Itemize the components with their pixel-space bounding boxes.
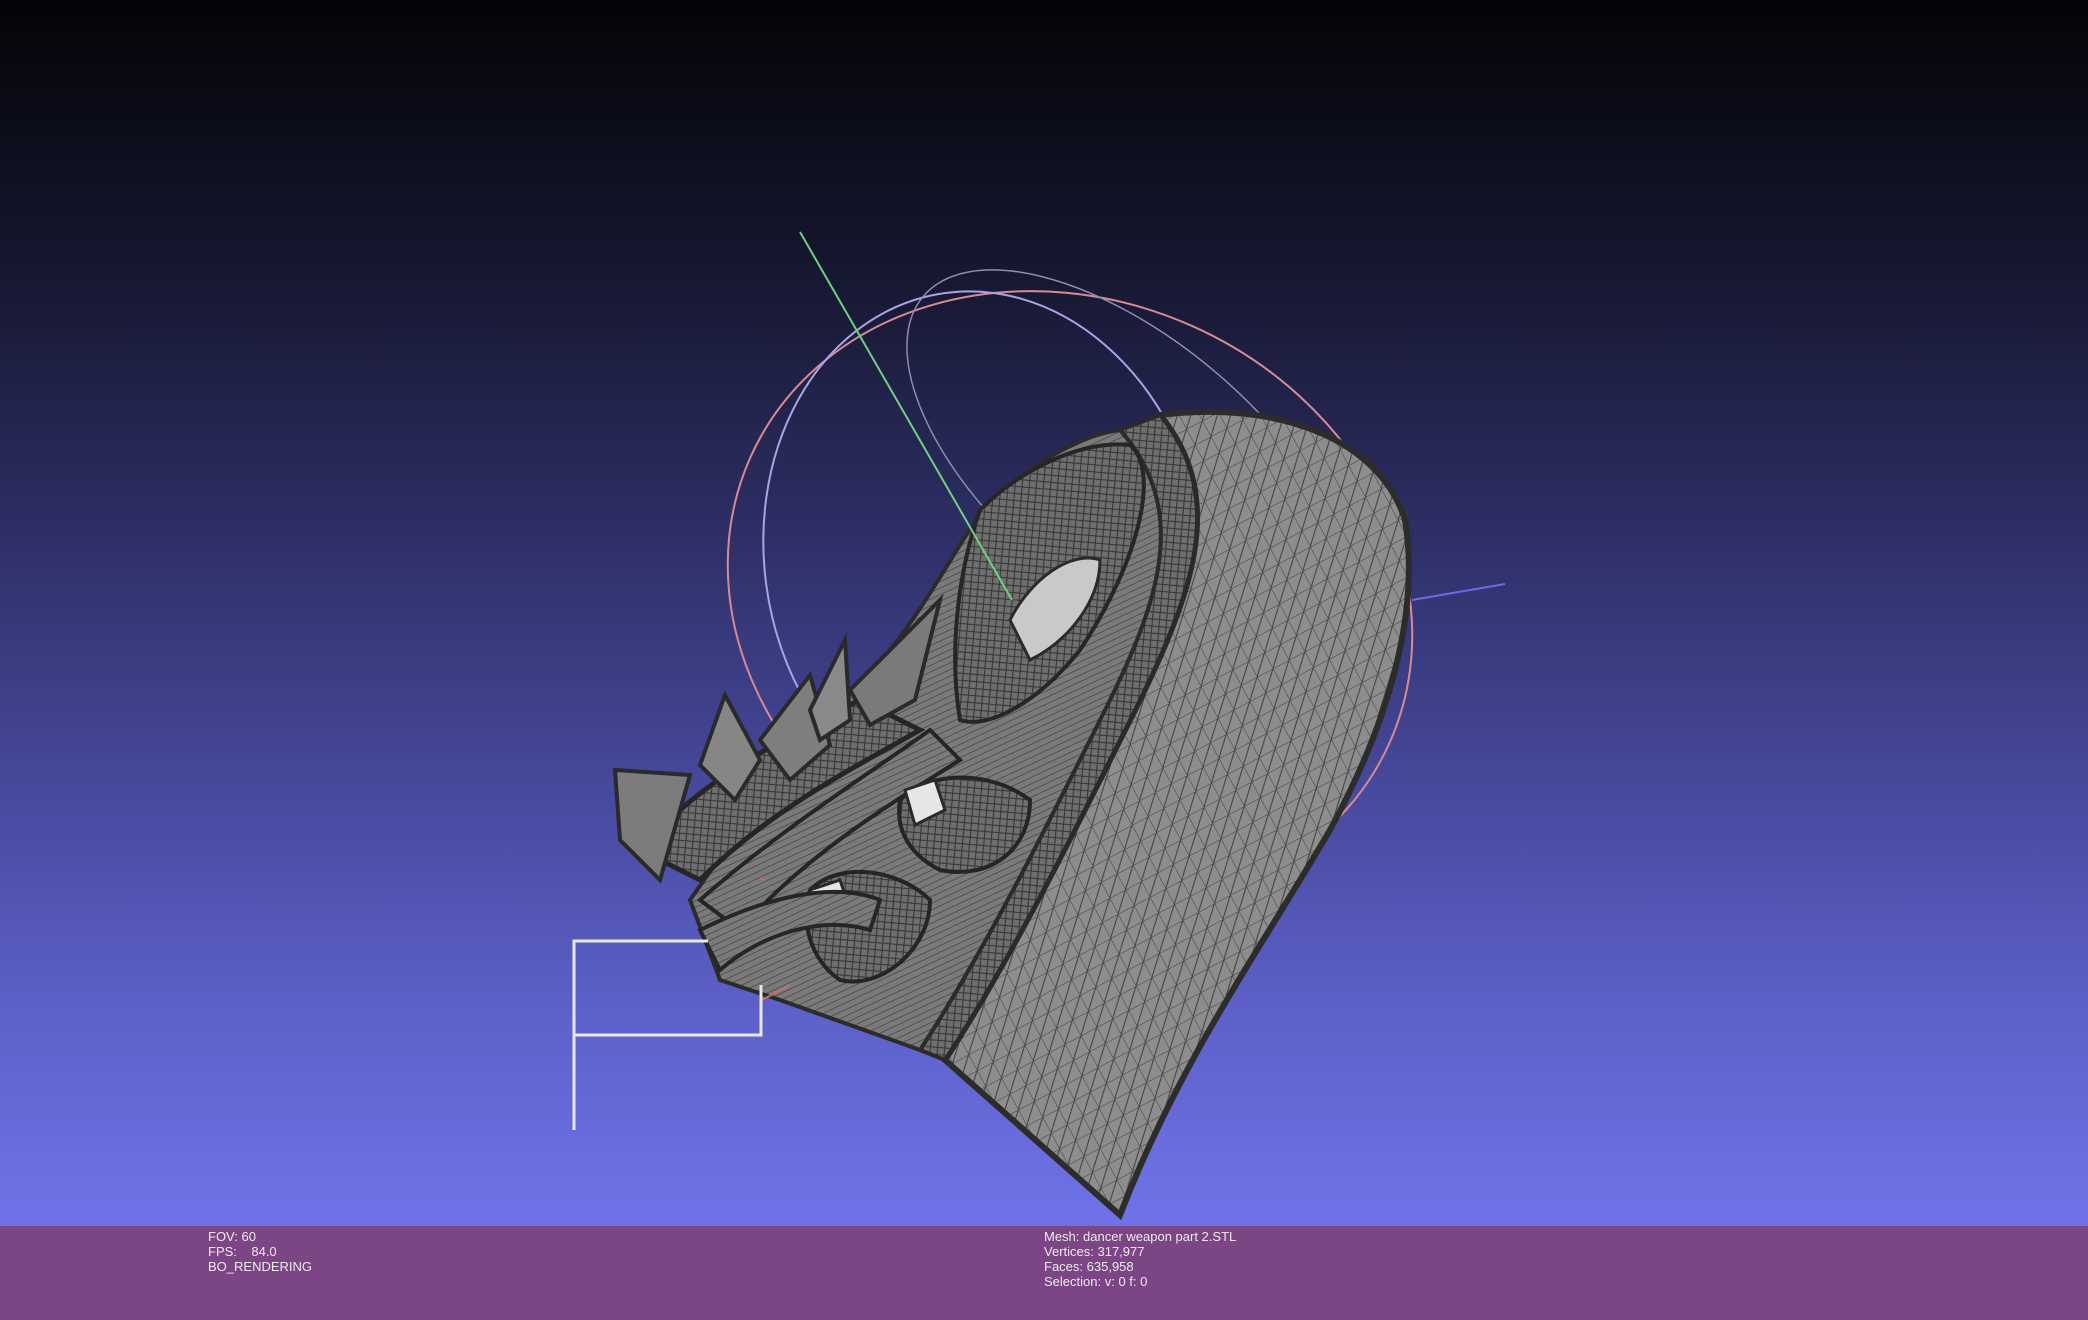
selection-label: Selection: (1044, 1274, 1102, 1289)
3d-viewport[interactable] (0, 0, 2088, 1226)
render-mode: BO_RENDERING (208, 1259, 313, 1274)
faces-line: Faces: 635,958 (1044, 1259, 1236, 1274)
fov-line: FOV: 60 (208, 1229, 312, 1244)
vertices-line: Vertices: 317,977 (1044, 1244, 1236, 1259)
mesh-info-panel: Mesh: dancer weapon part 2.STL Vertices:… (1044, 1229, 1236, 1289)
selection-line: Selection: v: 0 f: 0 (1044, 1274, 1236, 1289)
vertices-value: 317,977 (1097, 1244, 1145, 1259)
gizmo-bracket-lower (574, 985, 763, 1037)
fps-line: FPS: 84.0 (208, 1244, 312, 1259)
y-axis-line (799, 231, 1013, 601)
fov-value: 60 (241, 1229, 256, 1244)
selection-value: v: 0 f: 0 (1104, 1274, 1148, 1289)
fov-label: FOV: (208, 1229, 238, 1244)
mesh-name-line: Mesh: dancer weapon part 2.STL (1044, 1229, 1236, 1244)
faces-value: 635,958 (1086, 1259, 1134, 1274)
mesh-scene[interactable] (0, 0, 2088, 1226)
mesh-name: dancer weapon part 2.STL (1083, 1229, 1237, 1244)
render-info-panel: FOV: 60 FPS: 84.0 BO_RENDERING (208, 1229, 312, 1274)
z-axis-line (1411, 583, 1506, 601)
mesh-label: Mesh: (1044, 1229, 1080, 1244)
fps-value: 84.0 (251, 1244, 277, 1259)
faces-label: Faces: (1044, 1259, 1084, 1274)
vertices-label: Vertices: (1044, 1244, 1094, 1259)
fps-label: FPS: (208, 1244, 237, 1259)
